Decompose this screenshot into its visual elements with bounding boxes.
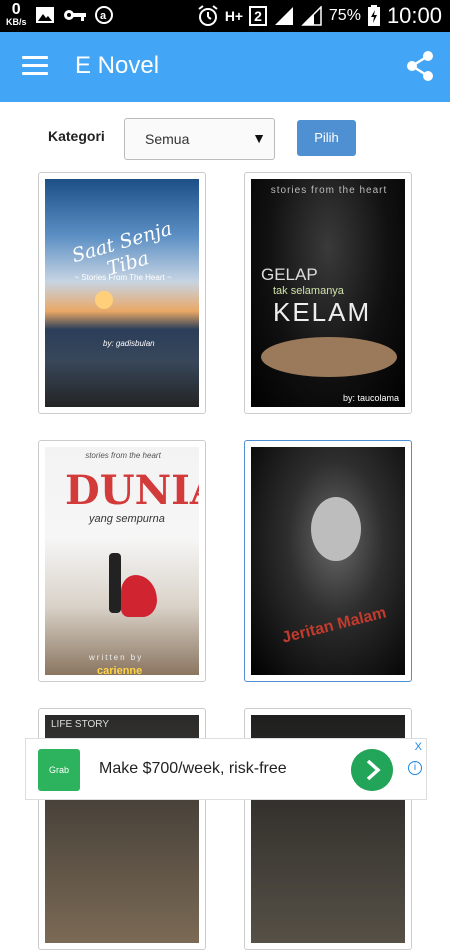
book-author: carienne: [97, 665, 143, 675]
category-selected-value: Semua: [145, 131, 190, 147]
ad-close-icon[interactable]: X: [415, 741, 422, 753]
key-icon: [63, 9, 86, 21]
signal-icon-1: [274, 7, 293, 25]
alarm-icon: [198, 5, 218, 26]
dress-shape: [121, 575, 157, 617]
book-subtitle: yang sempurna: [89, 513, 165, 525]
book-author: by: gadisbulan: [103, 339, 155, 348]
status-bar: 0 KB/s a H+ 2 75% 10:00: [0, 0, 450, 32]
hamburger-menu-icon[interactable]: [22, 56, 48, 76]
app-title: E Novel: [75, 52, 160, 79]
category-label: Kategori: [48, 128, 105, 144]
book-author: by: taucolama: [343, 393, 400, 403]
sun-shape: [95, 291, 113, 309]
ad-go-button[interactable]: [351, 749, 393, 791]
book-tagline: ~ Stories From The Heart ~: [74, 273, 172, 282]
book-series: stories from the heart: [85, 451, 161, 460]
battery-percent: 75%: [328, 7, 361, 24]
book-title: Jeritan Malam: [280, 604, 389, 647]
book-title: GELAP: [261, 265, 318, 284]
sim-badge: 2: [249, 6, 267, 26]
book-subtitle: tak selamanya: [273, 285, 344, 297]
book-series: stories from the heart: [270, 185, 388, 196]
category-select[interactable]: Semua ▼: [124, 118, 275, 160]
pilih-button[interactable]: Pilih: [297, 120, 356, 156]
ad-banner[interactable]: Grab Make $700/week, risk-free X i: [25, 738, 427, 800]
face-shape: [311, 497, 361, 561]
couple-shape: [109, 553, 121, 613]
signal-icon-2: [301, 6, 322, 26]
book-written-by: written by: [89, 653, 144, 662]
book-cover: stories from the heart GELAP tak selaman…: [251, 179, 405, 407]
book-title: Saat Senja Tiba: [69, 217, 175, 280]
speed-value: 0: [11, 1, 21, 18]
network-speed: 0 KB/s: [6, 2, 27, 27]
book-card[interactable]: Jeritan Malam: [244, 440, 412, 682]
book-card[interactable]: Saat Senja Tiba ~ Stories From The Heart…: [38, 172, 206, 414]
hand-shape: [261, 337, 397, 377]
ad-logo: Grab: [38, 749, 80, 791]
book-cover: Jeritan Malam: [251, 447, 405, 675]
app-bar: E Novel: [0, 32, 450, 102]
ad-text: Make $700/week, risk-free: [99, 760, 287, 777]
book-card[interactable]: stories from the heart GELAP tak selaman…: [244, 172, 412, 414]
app-notification-icon: a: [94, 5, 113, 24]
ad-info-icon[interactable]: i: [408, 761, 422, 775]
clock: 10:00: [386, 3, 442, 28]
book-cover: Saat Senja Tiba ~ Stories From The Heart…: [45, 179, 199, 407]
dropdown-arrow-icon: ▼: [252, 130, 266, 146]
book-title: LIFE STORY: [51, 719, 109, 730]
svg-text:a: a: [100, 10, 107, 22]
category-filter: Kategori Semua ▼ Pilih: [0, 110, 450, 170]
book-title: DUNIA: [65, 467, 199, 514]
image-icon: [35, 6, 54, 23]
book-title-2: KELAM: [273, 297, 372, 327]
speed-unit: KB/s: [6, 17, 27, 27]
book-cover: stories from the heart DUNIA yang sempur…: [45, 447, 199, 675]
battery-charging-icon: [367, 5, 380, 26]
network-type: H+: [224, 8, 244, 24]
book-card[interactable]: stories from the heart DUNIA yang sempur…: [38, 440, 206, 682]
share-icon[interactable]: [405, 50, 435, 82]
